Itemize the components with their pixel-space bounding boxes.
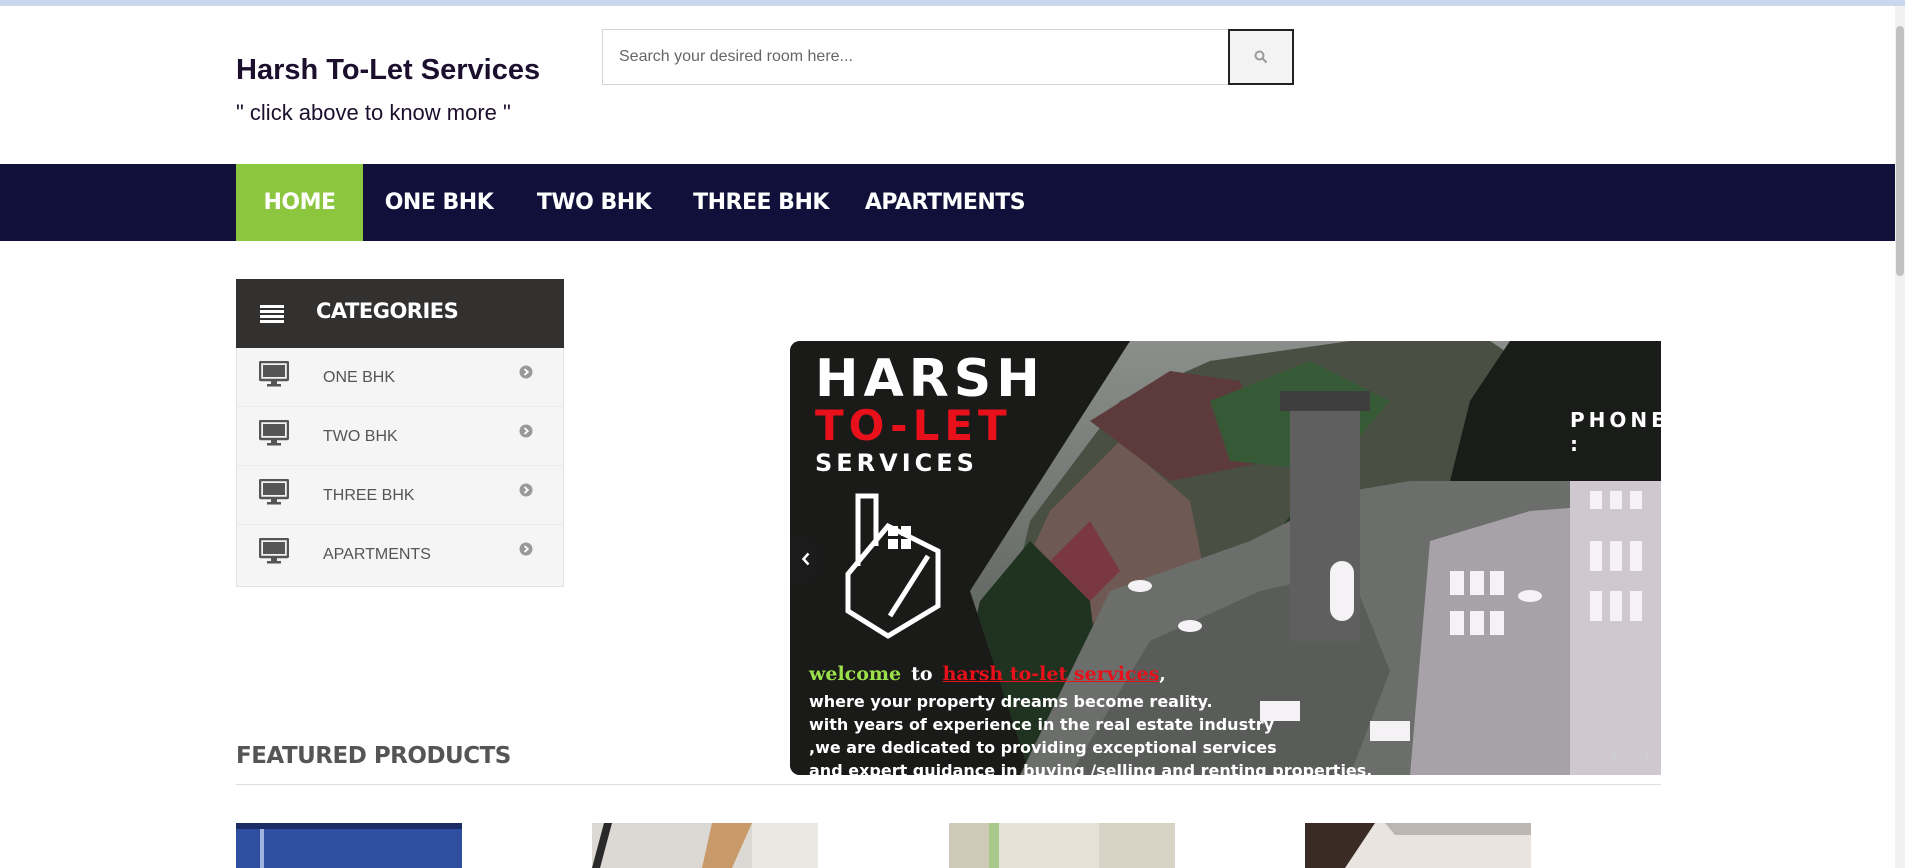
product-thumbnail[interactable]	[236, 823, 462, 868]
category-item-apartments[interactable]: APARTMENTS	[237, 525, 563, 584]
product-thumbnail[interactable]	[949, 823, 1175, 868]
category-label: TWO BHK	[323, 428, 398, 445]
slider-logo-tolet: TO-LET	[815, 401, 1012, 450]
brand-suffix: ,	[1159, 663, 1166, 685]
scrollbar-thumb[interactable]	[1896, 26, 1904, 276]
slider-logo-harsh: HARSH	[815, 349, 1045, 409]
slider-prev-small-button[interactable]	[1604, 745, 1626, 767]
monitor-icon	[259, 361, 289, 387]
categories-header: CATEGORIES	[236, 279, 564, 348]
product-thumbnail[interactable]	[1305, 823, 1531, 868]
nav-apartments[interactable]: APARTMENTS	[849, 164, 1041, 241]
nav-one-bhk[interactable]: ONE BHK	[363, 164, 515, 241]
chevron-right-circle-icon	[519, 483, 533, 497]
monitor-icon	[259, 538, 289, 564]
slider-logo-services: SERVICES	[815, 449, 978, 477]
chevron-right-circle-icon	[519, 424, 533, 438]
category-item-three-bhk[interactable]: THREE BHK	[237, 466, 563, 525]
browser-top-line	[0, 0, 1905, 6]
slider-description-line: ,we are dedicated to providing exception…	[809, 738, 1277, 757]
category-item-two-bhk[interactable]: TWO BHK	[237, 407, 563, 466]
slider-description-line: and expert guidance in buying /selling a…	[809, 761, 1373, 775]
slider-next-button[interactable]	[1636, 745, 1658, 767]
divider	[236, 784, 1661, 785]
category-label: ONE BHK	[323, 369, 396, 386]
nav-home[interactable]: HOME	[236, 164, 363, 241]
monitor-icon	[259, 479, 289, 505]
search-button[interactable]	[1228, 29, 1294, 85]
scrollbar-track[interactable]	[1895, 6, 1905, 868]
categories-title: CATEGORIES	[316, 299, 459, 323]
chevron-right-circle-icon	[519, 542, 533, 556]
chevron-left-icon	[1611, 750, 1618, 762]
search-icon	[1254, 50, 1268, 64]
product-thumbnail[interactable]	[592, 823, 818, 868]
slider-description-line: where your property dreams become realit…	[809, 692, 1213, 711]
category-item-one-bhk[interactable]: ONE BHK	[237, 348, 563, 407]
site-tagline: " click above to know more "	[236, 100, 511, 125]
slider-welcome-line: welcome to harsh to-let services,	[809, 663, 1166, 685]
featured-products-heading: FEATURED PRODUCTS	[236, 743, 511, 769]
slider-phone-label: PHONE :	[1570, 408, 1661, 456]
hero-slider[interactable]: HARSH TO-LET SERVICES PHONE : welcome to h…	[790, 341, 1661, 775]
monitor-icon	[259, 420, 289, 446]
to-word: to	[911, 663, 933, 685]
search-bar	[602, 29, 1294, 85]
category-label: APARTMENTS	[323, 546, 431, 563]
site-title[interactable]: Harsh To-Let Services	[236, 54, 540, 87]
chevron-right-icon	[1644, 750, 1651, 762]
brand-link[interactable]: harsh to-let services	[943, 663, 1160, 685]
welcome-word: welcome	[809, 663, 902, 685]
chevron-right-circle-icon	[519, 365, 533, 379]
search-input[interactable]	[603, 30, 1230, 84]
nav-three-bhk[interactable]: THREE BHK	[673, 164, 849, 241]
slider-description-line: with years of experience in the real est…	[809, 715, 1275, 734]
chevron-left-icon	[801, 552, 810, 566]
nav-two-bhk[interactable]: TWO BHK	[515, 164, 673, 241]
category-label: THREE BHK	[323, 487, 415, 504]
main-navbar: HOME ONE BHK TWO BHK THREE BHK APARTMENT…	[0, 164, 1895, 241]
list-icon	[260, 305, 284, 323]
categories-panel: CATEGORIES ONE BHK TWO BHK THREE BHK APA…	[236, 279, 564, 587]
